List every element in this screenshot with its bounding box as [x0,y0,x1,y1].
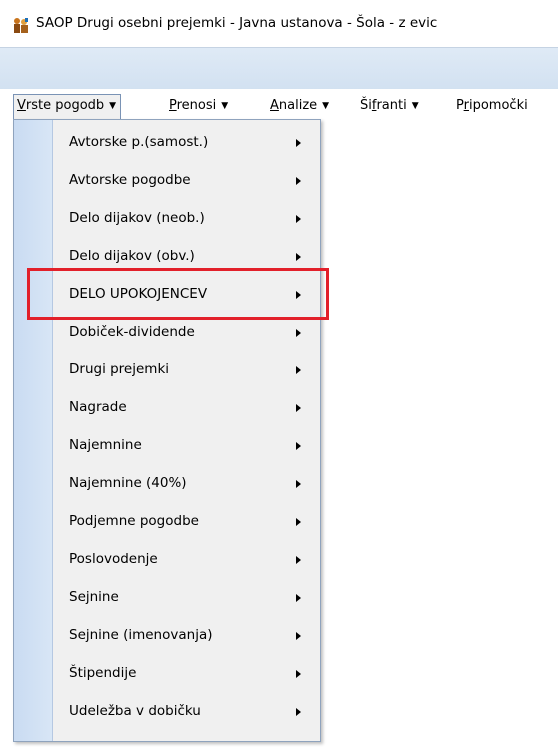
submenu-arrow-icon [296,555,301,564]
submenu-arrow-icon [296,404,301,413]
submenu-arrow-icon [296,480,301,489]
chevron-down-icon: ▼ [109,101,117,111]
dropdown-item-label: Sejnine [69,588,119,605]
dropdown-item-label: Nagrade [69,399,127,416]
dropdown-item-label: Dobiček-dividende [69,323,195,340]
submenu-arrow-icon [296,366,301,375]
dropdown-item[interactable]: Sejnine (imenovanja) [14,619,320,656]
chevron-down-icon: ▼ [322,101,330,111]
submenu-arrow-icon [296,252,301,261]
submenu-arrow-icon [296,593,301,602]
menu-analize[interactable]: Analize ▼ [266,95,333,117]
menu-prenosi[interactable]: Prenosi ▼ [165,95,232,117]
dropdown-item[interactable]: Štipendije [14,657,320,694]
submenu-arrow-icon [296,176,301,185]
app-people-icon [14,18,28,33]
menu-pripomocki-label-a: P [456,98,464,113]
submenu-arrow-icon [296,442,301,451]
menu-vrste-pogodb[interactable]: Vrste pogodb ▼ [13,94,122,120]
dropdown-item-label: Podjemne pogodbe [69,513,199,529]
dropdown-item-label: Delo dijakov (neob.) [69,209,205,226]
submenu-arrow-icon [296,139,301,147]
dropdown-item-label: Avtorske pogodbe [69,171,191,188]
menu-bar: Vrste pogodb ▼ Prenosi ▼ Analize ▼ Šifranti… [0,89,558,120]
menu-sifranti[interactable]: Šifranti ▼ [356,95,423,117]
menu-analize-label: nalize [278,98,318,113]
dropdown-item-label: Sejnine (imenovanja) [69,626,213,643]
chevron-down-icon: ▼ [221,101,229,111]
submenu-arrow-icon [296,328,301,337]
dropdown-item-label: Avtorske p.(samost.) [69,134,209,150]
menu-accel-p: P [169,98,177,113]
dropdown-item[interactable]: Podjemne pogodbe [14,505,320,542]
dropdown-item-label: Najemnine [69,437,142,454]
dropdown-item-label: Najemnine (40%) [69,475,187,492]
submenu-arrow-icon [296,669,301,678]
submenu-arrow-icon [296,631,301,640]
dropdown-item[interactable]: Dobiček-dividende [14,316,320,353]
menu-accel-v: V [17,98,26,113]
toolbar-strip [0,47,558,91]
vrste-pogodb-dropdown: Avtorske p.(samost.) Avtorske pogodbe Delo… [13,119,321,742]
dropdown-item[interactable]: Poslovodenje [14,543,320,580]
highlight-box [27,268,329,320]
menu-pripomocki-label-b: ipomočki [468,98,528,113]
menu-pripomocki[interactable]: Pripomočki [452,95,532,117]
dropdown-item[interactable]: Udeležba v dobičku [14,695,320,732]
submenu-arrow-icon [296,707,301,716]
submenu-arrow-icon [296,518,301,526]
dropdown-item[interactable]: Delo dijakov (neob.) [14,202,320,239]
dropdown-item[interactable]: Najemnine [14,429,320,466]
dropdown-item-label: Delo dijakov (obv.) [69,247,195,264]
menu-accel-a: A [270,98,279,113]
dropdown-item[interactable]: Nagrade [14,391,320,428]
dropdown-item[interactable]: Avtorske pogodbe [14,164,320,201]
menu-prenosi-label: renosi [176,98,217,113]
menu-sifranti-label-b: ranti [376,98,407,113]
menu-sifranti-label-a: Ši [360,98,372,113]
dropdown-item[interactable]: Sejnine [14,581,320,618]
dropdown-item[interactable]: Drugi prejemki [14,353,320,390]
dropdown-item[interactable]: Avtorske p.(samost.) [14,126,320,163]
title-bar: SAOP Drugi osebni prejemki - Javna ustan… [0,0,558,47]
menu-vrste-pogodb-label: rste pogodb [25,98,105,113]
dropdown-item-label: Poslovodenje [69,550,158,567]
dropdown-item-label: Štipendije [69,664,137,681]
dropdown-item-label: Udeležba v dobičku [69,702,201,719]
submenu-arrow-icon [296,214,301,223]
dropdown-item-label: Drugi prejemki [69,361,170,378]
dropdown-item[interactable]: Najemnine (40%) [14,467,320,504]
chevron-down-icon: ▼ [411,101,419,111]
window-title: SAOP Drugi osebni prejemki - Javna ustan… [36,15,438,31]
